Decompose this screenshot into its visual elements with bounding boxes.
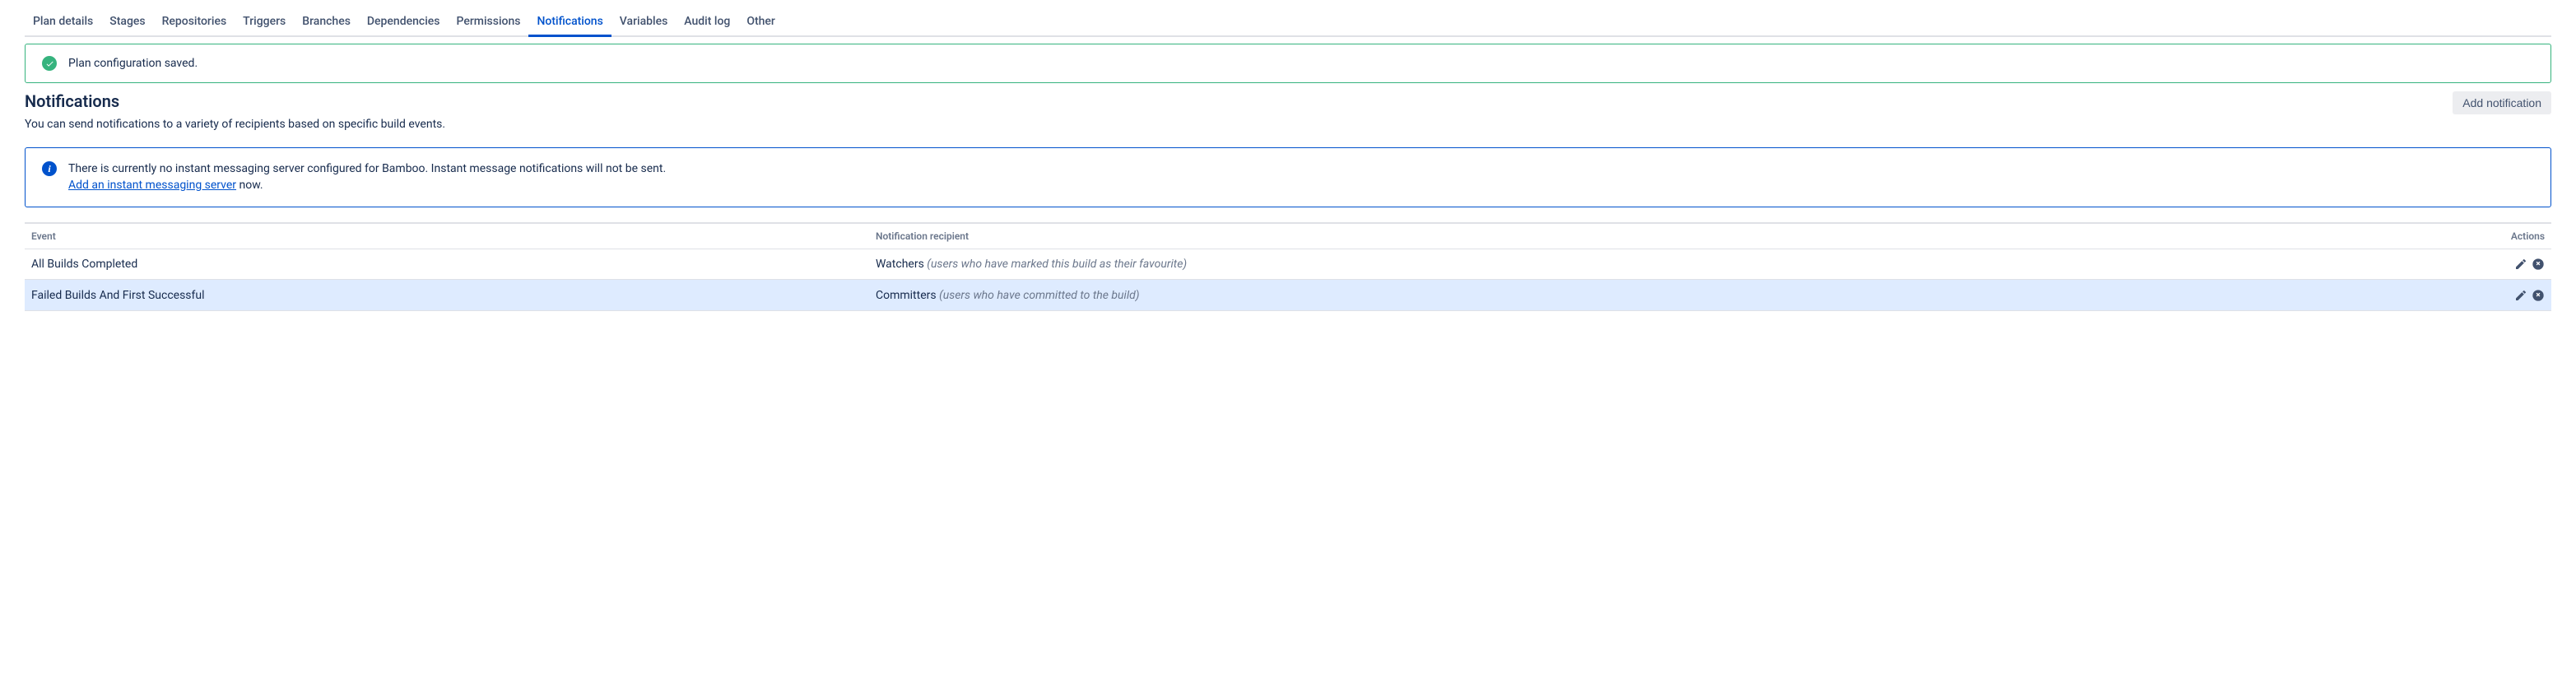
recipient-name: Committers (876, 289, 937, 302)
edit-icon[interactable] (2514, 289, 2527, 302)
tab-branches[interactable]: Branches (294, 8, 359, 37)
info-text-2: now. (236, 179, 263, 192)
col-recipient: Notification recipient (869, 223, 2338, 249)
recipient-desc: (users who have marked this build as the… (927, 258, 1187, 271)
tab-permissions[interactable]: Permissions (448, 8, 528, 37)
success-message: Plan configuration saved. (68, 57, 198, 70)
delete-icon[interactable] (2532, 289, 2545, 302)
tab-notifications[interactable]: Notifications (528, 8, 611, 37)
tab-other[interactable]: Other (738, 8, 783, 37)
cell-actions (2338, 249, 2551, 280)
tab-triggers[interactable]: Triggers (235, 8, 294, 37)
tab-audit-log[interactable]: Audit log (676, 8, 738, 37)
tab-bar: Plan details Stages Repositories Trigger… (25, 8, 2551, 37)
cell-event: All Builds Completed (25, 249, 869, 280)
add-notification-button[interactable]: Add notification (2453, 91, 2551, 114)
recipient-name: Watchers (876, 258, 924, 271)
cell-event: Failed Builds And First Successful (25, 280, 869, 310)
cell-recipient: Committers (users who have committed to … (869, 280, 2338, 310)
info-banner: i There is currently no instant messagin… (25, 147, 2551, 207)
info-icon: i (42, 161, 57, 176)
table-row: Failed Builds And First Successful Commi… (25, 280, 2551, 310)
tab-variables[interactable]: Variables (611, 8, 676, 37)
notifications-table: Event Notification recipient Actions All… (25, 222, 2551, 311)
table-row: All Builds Completed Watchers (users who… (25, 249, 2551, 280)
success-banner: Plan configuration saved. (25, 44, 2551, 83)
col-event: Event (25, 223, 869, 249)
cell-actions (2338, 280, 2551, 310)
col-actions: Actions (2338, 223, 2551, 249)
recipient-desc: (users who have committed to the build) (939, 289, 1139, 302)
tab-dependencies[interactable]: Dependencies (359, 8, 449, 37)
header-row: Notifications Add notification (25, 91, 2551, 114)
info-text-1: There is currently no instant messaging … (68, 162, 666, 175)
edit-icon[interactable] (2514, 258, 2527, 271)
page-title: Notifications (25, 91, 119, 111)
cell-recipient: Watchers (users who have marked this bui… (869, 249, 2338, 280)
table-header-row: Event Notification recipient Actions (25, 223, 2551, 249)
tab-plan-details[interactable]: Plan details (25, 8, 101, 37)
tab-stages[interactable]: Stages (101, 8, 153, 37)
tab-repositories[interactable]: Repositories (154, 8, 235, 37)
add-im-server-link[interactable]: Add an instant messaging server (68, 179, 236, 192)
delete-icon[interactable] (2532, 258, 2545, 271)
page-description: You can send notifications to a variety … (25, 118, 2551, 131)
success-check-icon (42, 56, 57, 71)
info-content: There is currently no instant messaging … (68, 161, 666, 193)
